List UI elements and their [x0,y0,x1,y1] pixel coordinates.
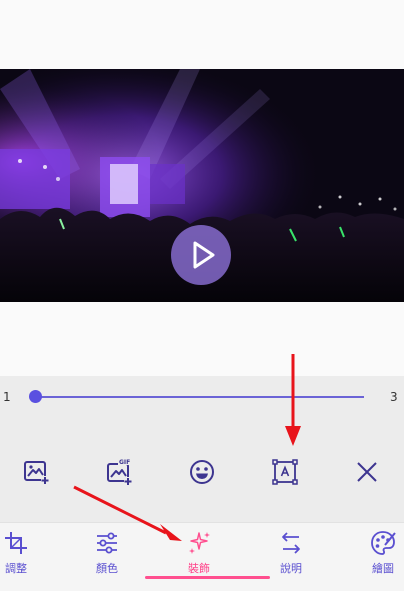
close-decoration-button[interactable] [353,458,381,486]
emoji-icon [190,460,214,484]
tab-decoration[interactable]: 裝飾 [169,529,229,579]
tab-adjust[interactable]: 調整 [0,529,46,579]
add-image-icon [24,461,49,484]
active-tab-indicator [145,576,270,579]
play-icon [193,241,215,269]
play-button[interactable] [171,225,231,285]
add-emoji-button[interactable] [188,458,216,486]
slider-track[interactable] [36,396,364,398]
slider-thumb[interactable] [29,390,42,403]
tab-label: 裝飾 [188,562,210,575]
tab-label: 繪圖 [372,562,394,575]
close-icon [357,462,377,482]
tab-drawing[interactable]: 繪圖 [353,529,404,579]
tab-caption[interactable]: 說明 [261,529,321,579]
tab-label: 調整 [5,562,27,575]
add-image-button[interactable] [22,458,50,486]
add-gif-button[interactable]: GIF [105,458,133,486]
add-text-button[interactable] [271,458,299,486]
decoration-toolbar: GIF [0,424,404,522]
palette-icon [371,531,396,555]
tab-label: 顏色 [96,562,118,575]
video-preview[interactable] [0,69,404,302]
crop-icon [5,532,27,554]
slider-max-label: 3 [390,390,398,404]
size-slider-panel: 1 3 [0,376,404,424]
svg-text:GIF: GIF [119,459,130,466]
tab-label: 說明 [280,562,302,575]
top-blank-area [0,0,404,69]
slider-min-label: 1 [3,390,11,404]
swap-arrows-icon [282,532,300,554]
sliders-icon [97,532,117,554]
editor-screen: 1 3 GIF 調整 顏色 裝飾 說明 繪圖 [0,0,404,591]
add-gif-icon: GIF [107,458,132,485]
tab-color[interactable]: 顏色 [77,529,137,579]
sparkle-icon [189,532,210,554]
canvas-blank-area [0,302,404,376]
bottom-tab-bar: 調整 顏色 裝飾 說明 繪圖 [0,522,404,591]
text-box-icon [272,459,298,485]
